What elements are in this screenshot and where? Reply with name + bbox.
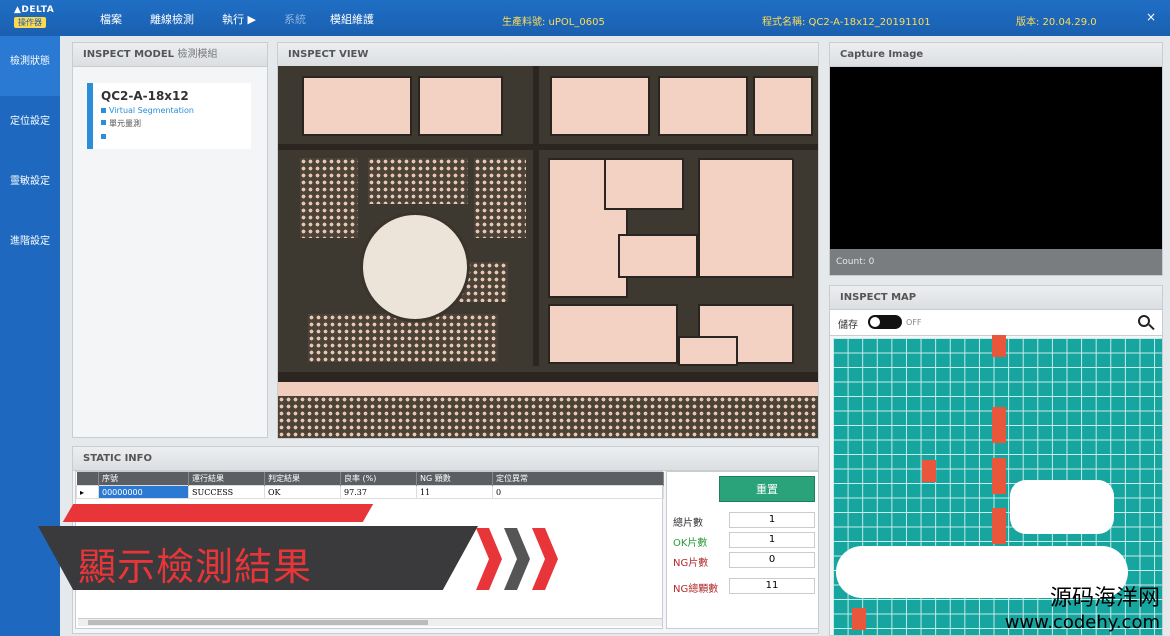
- sidebar-item-inspect-status[interactable]: 檢測狀態: [0, 36, 60, 96]
- ng-count-label: NG片數: [673, 558, 709, 569]
- search-icon[interactable]: [1136, 313, 1156, 333]
- ng-total-value: 11: [729, 578, 815, 594]
- watermark-cn: 源码海洋网: [1049, 586, 1160, 611]
- inspect-model-title-cn: 檢測模組: [177, 49, 218, 60]
- logo-brand: ▲DELTA: [14, 5, 55, 15]
- capture-count: Count: 0: [830, 249, 1162, 275]
- scrollbar-thumb[interactable]: [88, 620, 428, 625]
- program-name: 程式名稱: QC2-A-18x12_20191101: [762, 17, 931, 28]
- ng-cell[interactable]: [992, 407, 1006, 443]
- col-position-error[interactable]: 定位異常: [492, 472, 664, 486]
- model-item-virtual-segmentation[interactable]: Virtual Segmentation: [101, 106, 243, 115]
- watermark-en: www.codehy.com: [1004, 612, 1160, 633]
- cell-ng-count[interactable]: 11: [416, 485, 493, 499]
- ng-count-value: 0: [729, 552, 815, 568]
- inspect-map-toolbar: 儲存 OFF: [830, 310, 1162, 336]
- product-number: 生產料號: uPOL_0605: [502, 17, 605, 28]
- capture-image-panel: Capture Image Count: 0: [829, 42, 1163, 276]
- inspect-view-image[interactable]: [278, 66, 818, 438]
- capture-image-area[interactable]: [830, 67, 1162, 249]
- stats-panel: 重置 總片數 1 OK片數 1 NG片數 0 NG總顆數 11: [666, 471, 819, 629]
- reset-button[interactable]: 重置: [719, 476, 815, 502]
- delta-logo: ▲DELTA 操作器: [14, 5, 62, 31]
- inspect-map-title: INSPECT MAP: [830, 286, 1162, 310]
- toggle-knob: [870, 317, 880, 327]
- pcb-circle-pad: [360, 212, 470, 322]
- ok-count-value: 1: [729, 532, 815, 548]
- row-selector[interactable]: ▸: [76, 485, 99, 499]
- sidebar-item-sensitivity-settings[interactable]: 靈敏設定: [0, 156, 60, 216]
- ng-total-label: NG總顆數: [673, 584, 719, 595]
- top-bar: ▲DELTA 操作器 檔案 離線檢測 執行 ▶ 系統 模組維護 生產料號: uP…: [0, 0, 1170, 36]
- ng-cell[interactable]: [992, 458, 1006, 494]
- save-label: 儲存: [838, 320, 858, 331]
- cell-position-error[interactable]: 0: [492, 485, 664, 499]
- col-ng-count[interactable]: NG 顆數: [416, 472, 493, 486]
- row-selector-header: [76, 472, 99, 486]
- obscuring-blob: [1010, 480, 1114, 534]
- table-header-row: 序號 運行結果 判定結果 良率 (%) NG 顆數 定位異常: [76, 472, 664, 486]
- cell-judge-result[interactable]: OK: [264, 485, 341, 499]
- banner-red-stripe: [62, 504, 374, 522]
- chevron-icon: [532, 528, 558, 590]
- cell-run-result[interactable]: SUCCESS: [188, 485, 265, 499]
- inspect-view-title: INSPECT VIEW: [278, 43, 818, 67]
- chevron-icon: [476, 528, 502, 590]
- menu-system[interactable]: 系統: [284, 11, 306, 27]
- total-count-label: 總片數: [673, 518, 703, 529]
- sidebar-item-advanced-settings[interactable]: 進階設定: [0, 216, 60, 276]
- menu-module-maintenance[interactable]: 模組維護: [330, 11, 374, 27]
- app-window: ▲DELTA 操作器 檔案 離線檢測 執行 ▶ 系統 模組維護 生產料號: uP…: [0, 0, 1170, 636]
- menu-run[interactable]: 執行 ▶: [222, 11, 256, 27]
- sidebar-item-position-settings[interactable]: 定位設定: [0, 96, 60, 156]
- static-info-title: STATIC INFO: [73, 447, 818, 471]
- banner-caption: 顯示檢測結果: [78, 545, 313, 589]
- total-count-value: 1: [729, 512, 815, 528]
- version: 版本: 20.04.29.0: [1016, 17, 1097, 28]
- menu-file[interactable]: 檔案: [100, 11, 122, 27]
- inspect-model-title: INSPECT MODEL 檢測模組: [73, 43, 267, 67]
- ng-cell[interactable]: [852, 608, 866, 630]
- model-item-unit-measure[interactable]: 單元量測: [101, 118, 243, 129]
- horizontal-scrollbar[interactable]: [78, 618, 662, 626]
- static-info-table: 序號 運行結果 判定結果 良率 (%) NG 顆數 定位異常 ▸ 0000000…: [76, 472, 664, 499]
- menu-offline-inspect[interactable]: 離線檢測: [150, 11, 194, 27]
- inspect-model-panel: INSPECT MODEL 檢測模組 QC2-A-18x12 Virtual S…: [72, 42, 268, 438]
- model-card[interactable]: QC2-A-18x12 Virtual Segmentation 單元量測: [87, 83, 251, 149]
- table-row[interactable]: ▸ 00000000 SUCCESS OK 97.37 11 0: [76, 485, 664, 499]
- caption-banner: 顯示檢測結果: [28, 500, 588, 592]
- chevron-icon: [504, 528, 530, 590]
- toggle-state-text: OFF: [906, 318, 922, 327]
- ng-cell[interactable]: [992, 335, 1006, 357]
- watermark: 源码海洋网 www.codehy.com: [1005, 580, 1160, 633]
- operator-badge[interactable]: 操作器: [14, 17, 46, 28]
- col-yield[interactable]: 良率 (%): [340, 472, 417, 486]
- col-run-result[interactable]: 運行結果: [188, 472, 265, 486]
- cell-yield[interactable]: 97.37: [340, 485, 417, 499]
- capture-image-title: Capture Image: [830, 43, 1162, 67]
- inspect-model-title-en: INSPECT MODEL: [83, 49, 175, 60]
- save-toggle[interactable]: [868, 315, 902, 329]
- cell-serial[interactable]: 00000000: [98, 485, 189, 499]
- ng-cell[interactable]: [922, 460, 936, 482]
- ok-count-label: OK片數: [673, 538, 708, 549]
- col-judge-result[interactable]: 判定結果: [264, 472, 341, 486]
- model-name: QC2-A-18x12: [101, 89, 189, 103]
- close-icon[interactable]: ×: [1146, 10, 1156, 24]
- ng-cell[interactable]: [992, 508, 1006, 544]
- col-serial[interactable]: 序號: [98, 472, 189, 486]
